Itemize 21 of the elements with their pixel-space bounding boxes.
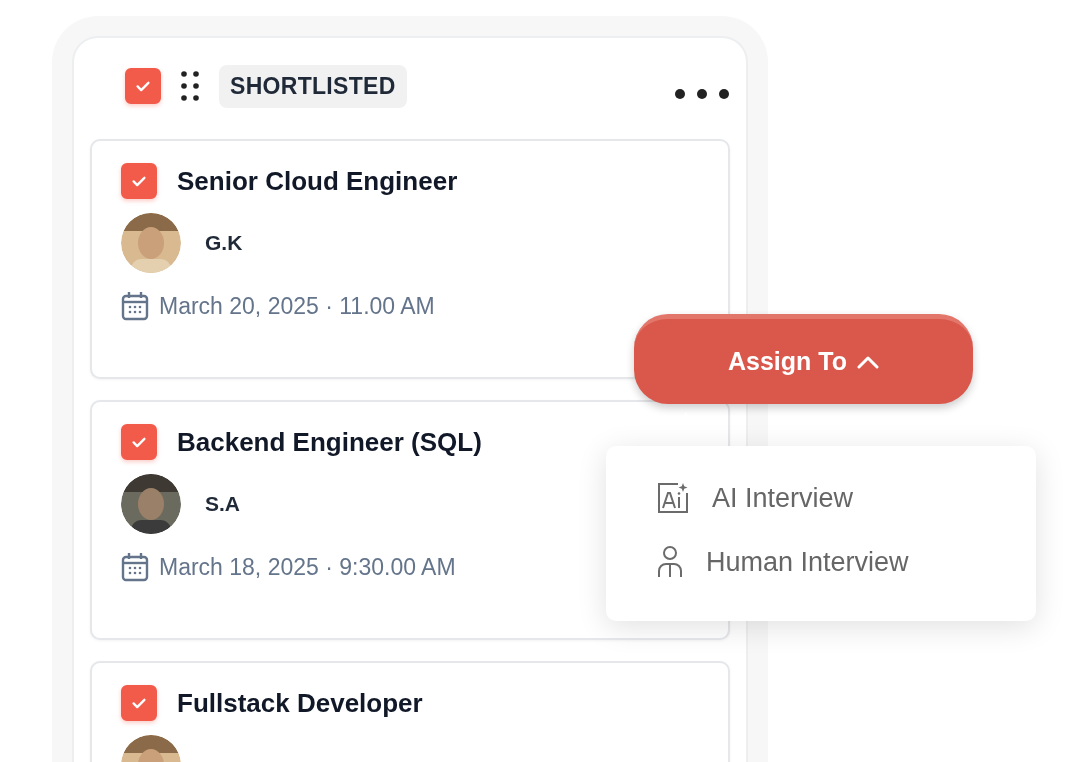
- checkbox[interactable]: [121, 163, 157, 199]
- menu-item[interactable]: Human Interview: [656, 544, 1036, 580]
- interview-date: March 18, 2025 · 9:30.00 AM: [159, 553, 456, 581]
- drag-handle-icon[interactable]: [181, 71, 199, 101]
- more-icon[interactable]: [674, 88, 730, 100]
- calendar-icon: [121, 552, 149, 582]
- checkbox[interactable]: [121, 424, 157, 460]
- job-title: Backend Engineer (SQL): [177, 426, 482, 458]
- status-label: SHORTLISTED: [219, 64, 407, 108]
- assign-button[interactable]: Assign To: [634, 314, 973, 404]
- candidate-name: S.A: [205, 492, 240, 516]
- job-title: Senior Cloud Engineer: [177, 165, 458, 197]
- menu-item[interactable]: AI Interview: [656, 480, 1036, 516]
- person-icon: [656, 545, 684, 579]
- checkbox[interactable]: [125, 68, 161, 104]
- interview-date: March 20, 2025 · 11.00 AM: [159, 292, 435, 320]
- ai-icon: [656, 481, 690, 515]
- checkbox[interactable]: [121, 685, 157, 721]
- candidate-name: G.K: [205, 231, 243, 255]
- calendar-icon: [121, 291, 149, 321]
- job-title: Fullstack Developer: [177, 687, 423, 719]
